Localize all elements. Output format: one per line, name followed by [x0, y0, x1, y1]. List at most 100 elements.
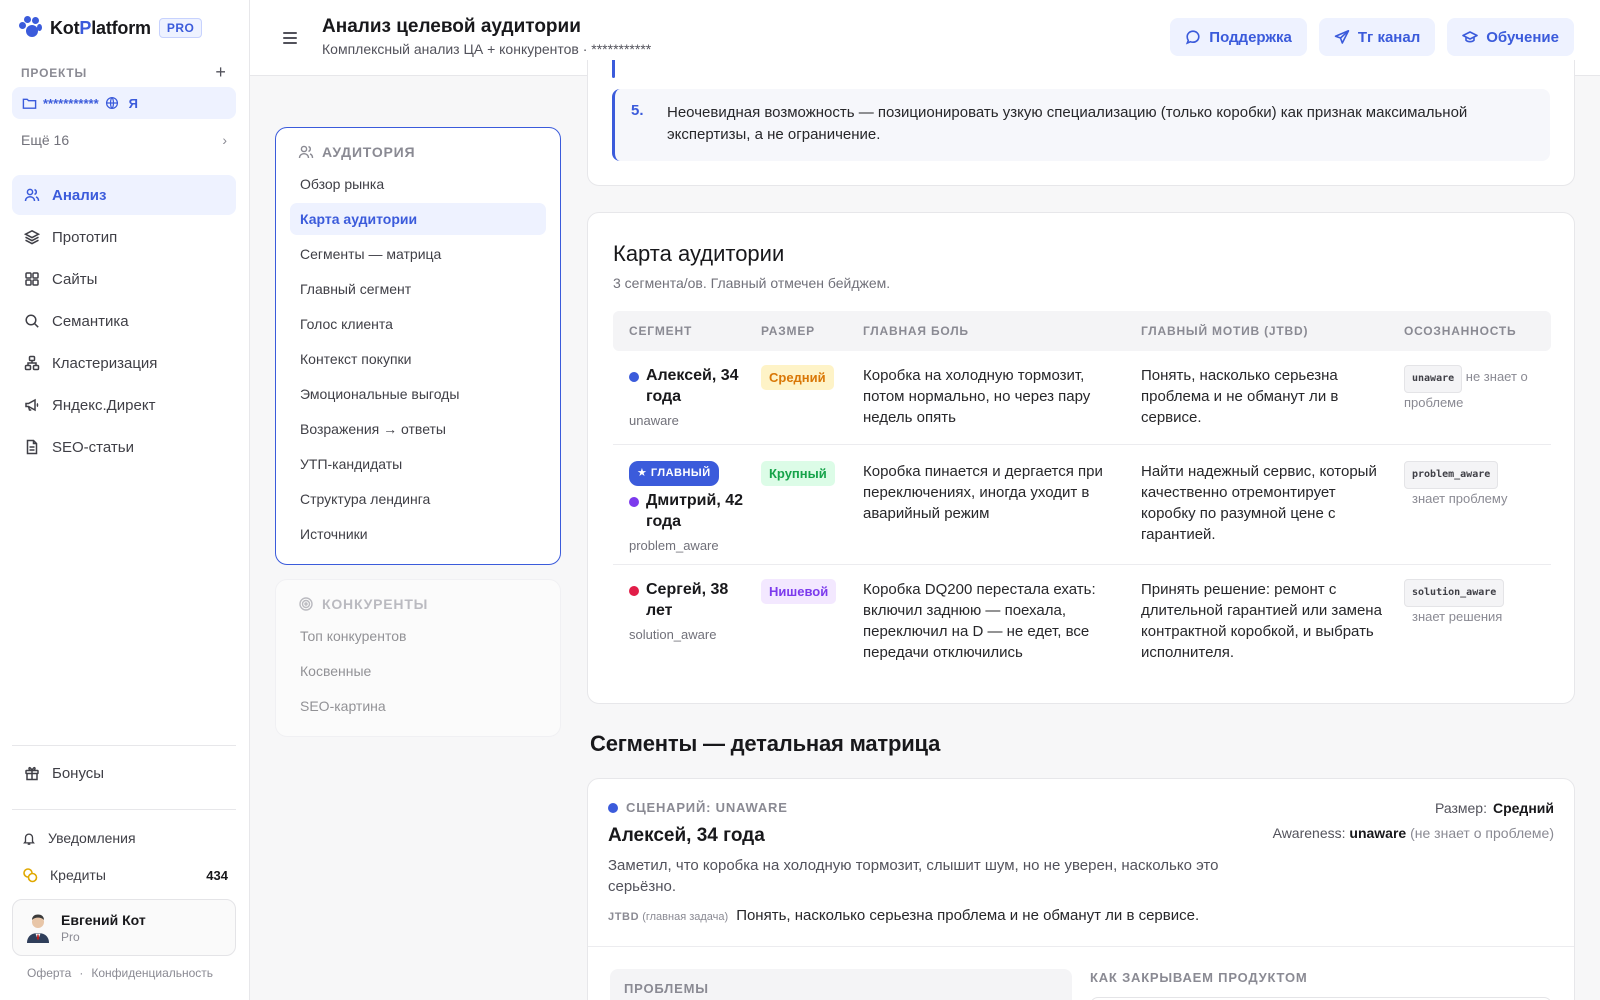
column-header-segment: СЕГМЕНТ [629, 324, 693, 338]
offer-link[interactable]: Оферта [27, 966, 71, 980]
size-cell: Крупный [751, 461, 853, 564]
pain-cell: Коробка DQ200 перестала ехать: включил з… [863, 581, 1096, 661]
table-header: СЕГМЕНТ РАЗМЕР ГЛАВНАЯ БОЛЬ ГЛАВНЫЙ МОТИ… [613, 311, 1551, 351]
telegram-label: Тг канал [1357, 28, 1421, 46]
previous-quote-edge [612, 60, 615, 78]
chat-icon [1186, 30, 1200, 45]
logo[interactable]: KotPlatform PRO [18, 16, 203, 40]
toc-item-indirect[interactable]: Косвенные [290, 655, 546, 687]
notifications-label: Уведомления [48, 830, 136, 846]
bell-icon [23, 832, 35, 845]
nav-label: Семантика [52, 312, 129, 330]
user-card[interactable]: Евгений Кот Pro [12, 899, 236, 956]
support-label: Поддержка [1209, 28, 1292, 46]
more-projects-link[interactable]: Ещё 16 › [21, 132, 227, 148]
add-project-button[interactable]: + [213, 62, 229, 83]
toc-audience-label: АУДИТОРИЯ [322, 144, 416, 160]
toc-item-usp-candidates[interactable]: УТП-кандидаты [290, 448, 546, 480]
toc-item-emotional-benefits[interactable]: Эмоциональные выгоды [290, 378, 546, 410]
awareness-code: unaware [1404, 365, 1463, 393]
competitors-toc: КОНКУРЕНТЫ Топ конкурентов Косвенные SEO… [275, 579, 561, 737]
audience-table: СЕГМЕНТ РАЗМЕР ГЛАВНАЯ БОЛЬ ГЛАВНЫЙ МОТИ… [613, 311, 1551, 685]
segment-dot [629, 372, 639, 382]
nav-item-prototype[interactable]: Прототип [12, 217, 236, 257]
audience-map-card: Карта аудитории 3 сегмента/ов. Главный о… [587, 212, 1575, 704]
toc-item-landing-structure[interactable]: Структура лендинга [290, 483, 546, 515]
toc-item-segments-matrix[interactable]: Сегменты — матрица [290, 238, 546, 270]
cluster-icon [24, 355, 40, 371]
avatar [25, 913, 51, 943]
paw-logo-icon [18, 16, 42, 40]
insight-number: 5. [631, 102, 644, 119]
credits-count: 434 [206, 867, 228, 883]
project-item-current[interactable]: *********** Я [12, 87, 236, 119]
telegram-icon [1334, 30, 1350, 44]
telegram-channel-button[interactable]: Тг канал [1318, 18, 1436, 56]
awareness-hint: (не знает о проблеме) [1410, 825, 1554, 841]
bonus-link[interactable]: Бонусы [12, 753, 236, 793]
chevron-right-icon: › [222, 132, 227, 148]
project-name: *********** [43, 95, 99, 111]
notifications-link[interactable]: Уведомления [22, 830, 136, 846]
graduation-icon [1462, 31, 1479, 43]
divider [12, 809, 236, 810]
toc-item-audience-map[interactable]: Карта аудитории [290, 203, 546, 235]
toc-item-sources[interactable]: Источники [290, 518, 546, 550]
table-row: ★ ГЛАВНЫЙ Дмитрий, 42 года problem_aware… [613, 445, 1551, 565]
bonus-label: Бонусы [52, 764, 105, 782]
toc-item-objections[interactable]: Возражения → ответы [290, 413, 546, 445]
toc-item-customer-voice[interactable]: Голос клиента [290, 308, 546, 340]
user-name: Евгений Кот [61, 911, 146, 928]
size-badge: Крупный [761, 461, 835, 486]
problems-label: ПРОБЛЕМЫ [624, 981, 709, 996]
credits-link[interactable]: Кредиты 434 [22, 867, 228, 883]
awareness-cell: problem_aware знает проблему [1394, 461, 1551, 564]
toc-item-purchase-context[interactable]: Контекст покупки [290, 343, 546, 375]
nav-label: SEO-статьи [52, 438, 134, 456]
page-title: Анализ целевой аудитории [322, 16, 581, 37]
grid-icon [25, 272, 39, 286]
nav-label: Яндекс.Директ [52, 396, 156, 414]
nav-item-sites[interactable]: Сайты [12, 259, 236, 299]
nav-item-clustering[interactable]: Кластеризация [12, 343, 236, 383]
toc-audience-list: Обзор рынка Карта аудитории Сегменты — м… [290, 168, 546, 550]
privacy-link[interactable]: Конфиденциальность [91, 966, 213, 980]
layers-icon [24, 229, 40, 245]
header-actions: Поддержка Тг канал Обучение [1170, 18, 1574, 56]
projects-heading: ПРОЕКТЫ [21, 65, 88, 80]
toc-competitors-title: КОНКУРЕНТЫ [290, 594, 546, 614]
table-row: Алексей, 34 года unaware Средний Коробка… [613, 351, 1551, 445]
jtbd-text: Понять, насколько серьезна проблема и не… [736, 907, 1200, 924]
nav-item-semantics[interactable]: Семантика [12, 301, 236, 341]
toc-item-top-competitors[interactable]: Топ конкурентов [290, 620, 546, 652]
user-plan: Pro [61, 929, 80, 944]
toc-item-market-overview[interactable]: Обзор рынка [290, 168, 546, 200]
nav-item-yandex-direct[interactable]: Яндекс.Директ [12, 385, 236, 425]
segment-name: Алексей, 34 года [646, 367, 739, 405]
jtbd-key: JTBD (главная задача) [608, 911, 729, 923]
toc-item-seo-picture[interactable]: SEO-картина [290, 690, 546, 722]
scenario-text: СЦЕНАРИЙ: UNAWARE [626, 800, 788, 815]
brand-name: KotPlatform [50, 17, 151, 38]
motive-cell: Понять, насколько серьезна проблема и не… [1141, 367, 1339, 426]
learning-label: Обучение [1486, 28, 1559, 46]
divider [12, 745, 236, 746]
menu-toggle-icon[interactable] [283, 32, 297, 47]
problems-panel: ПРОБЛЕМЫ [610, 969, 1072, 1000]
main-nav: Анализ Прототип Сайты Семантика Кластери… [12, 175, 236, 469]
segment-awareness: unaware [629, 413, 679, 428]
folder-icon [22, 98, 37, 109]
audience-map-title: Карта аудитории [613, 241, 785, 266]
nav-item-seo-articles[interactable]: SEO-статьи [12, 427, 236, 467]
toc-item-main-segment[interactable]: Главный сегмент [290, 273, 546, 305]
main-segment-badge: ★ ГЛАВНЫЙ [629, 461, 719, 486]
nav-item-analysis[interactable]: Анализ [12, 175, 236, 215]
awareness-text: знает решения [1412, 609, 1503, 624]
learning-button[interactable]: Обучение [1447, 18, 1574, 56]
segment-dot [629, 586, 639, 596]
legal-separator: · [79, 966, 84, 980]
support-button[interactable]: Поддержка [1170, 18, 1307, 56]
scenario-dot [608, 802, 618, 813]
toc-audience-title: АУДИТОРИЯ [290, 142, 546, 162]
segment-detail-description: Заметил, что коробка на холодную тормози… [608, 857, 1219, 895]
